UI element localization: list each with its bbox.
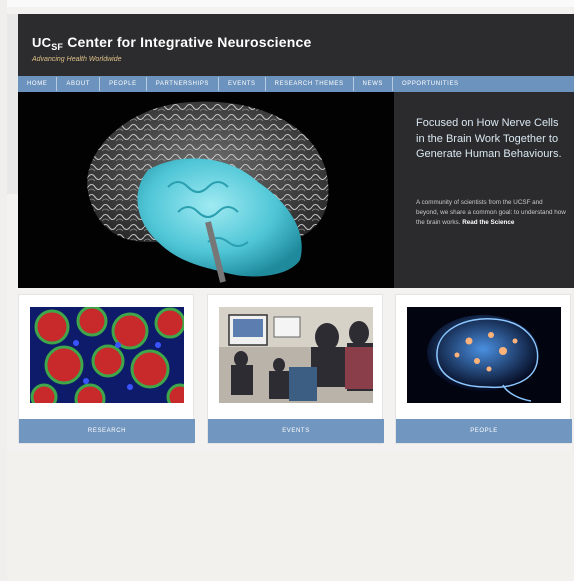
hero-read-more-link[interactable]: Read the Science	[462, 219, 514, 226]
nav-item-events[interactable]: EVENTS	[219, 76, 265, 92]
site-title: Center for Integrative Neuroscience	[67, 34, 312, 50]
hero-description: A community of scientists from the UCSF …	[416, 198, 566, 228]
site-logo[interactable]: UCSF Center for Integrative Neuroscience	[32, 34, 311, 52]
site-tagline: Advancing Health Worldwide	[32, 56, 122, 63]
feature-cards: RESEARCH EVENTS PEOPLE	[18, 294, 574, 444]
main-nav: HOME ABOUT PEOPLE PARTNERSHIPS EVENTS RE…	[18, 76, 574, 92]
nav-item-research-themes[interactable]: RESEARCH THEMES	[266, 76, 353, 92]
top-band	[7, 0, 574, 7]
research-button[interactable]: RESEARCH	[19, 419, 195, 443]
card-research: RESEARCH	[18, 294, 195, 444]
nav-item-partnerships[interactable]: PARTNERSHIPS	[147, 76, 218, 92]
hero-banner: Focused on How Nerve Cells in the Brain …	[18, 92, 574, 288]
cell-microscopy-image	[30, 307, 184, 403]
nav-item-home[interactable]: HOME	[18, 76, 56, 92]
card-people: PEOPLE	[395, 294, 572, 444]
glowing-brain-image	[407, 307, 561, 403]
left-strip	[7, 14, 18, 194]
brain-scan-image	[18, 92, 394, 288]
hero-text-panel: Focused on How Nerve Cells in the Brain …	[394, 92, 574, 288]
hero-title: Focused on How Nerve Cells in the Brain …	[416, 117, 562, 160]
nav-item-news[interactable]: NEWS	[354, 76, 392, 92]
seminar-photo	[219, 307, 373, 403]
people-button[interactable]: PEOPLE	[396, 419, 572, 443]
card-events: EVENTS	[207, 294, 384, 444]
nav-item-about[interactable]: ABOUT	[57, 76, 99, 92]
site-header: UCSF Center for Integrative Neuroscience…	[18, 14, 574, 76]
ucsf-logo-mark: UCSF	[32, 35, 64, 52]
nav-item-people[interactable]: PEOPLE	[100, 76, 146, 92]
events-button[interactable]: EVENTS	[208, 419, 384, 443]
page-footer-area	[7, 452, 574, 581]
nav-item-opportunities[interactable]: OPPORTUNITIES	[393, 76, 468, 92]
